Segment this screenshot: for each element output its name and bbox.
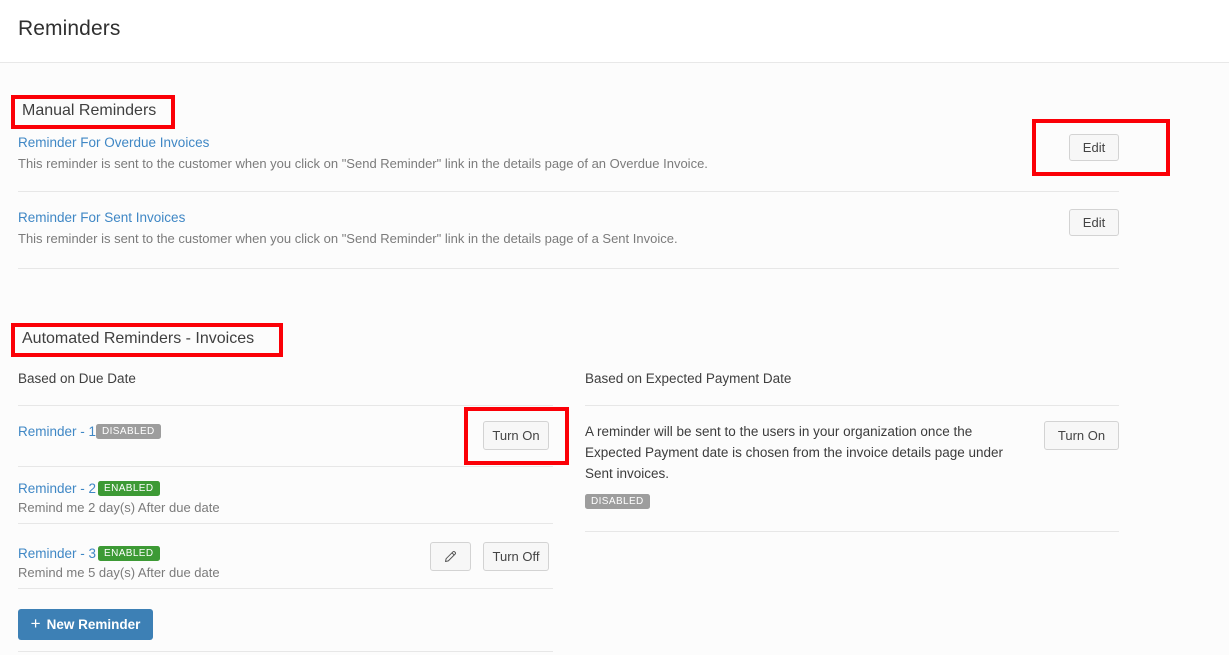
divider-due-date-3 [18, 588, 553, 589]
page-title: Reminders [18, 17, 120, 41]
divider-expected-payment-bottom [585, 531, 1119, 532]
page-header: Reminders [0, 0, 1229, 63]
divider-due-date-2 [18, 523, 553, 524]
divider-manual-2 [18, 268, 1119, 269]
pencil-icon [443, 549, 458, 564]
description-sent-invoices: This reminder is sent to the customer wh… [18, 231, 678, 246]
new-reminder-label: New Reminder [47, 617, 141, 632]
description-overdue-invoices: This reminder is sent to the customer wh… [18, 156, 708, 171]
subheading-based-on-due-date: Based on Due Date [18, 371, 136, 386]
new-reminder-button[interactable]: + New Reminder [18, 609, 153, 640]
reminders-page: Reminders Manual Reminders Reminder For … [0, 0, 1229, 655]
manual-reminders-heading: Manual Reminders [22, 102, 156, 120]
link-reminder-for-sent-invoices[interactable]: Reminder For Sent Invoices [18, 210, 185, 225]
link-reminder-1[interactable]: Reminder - 1 [18, 424, 96, 439]
turn-on-button-reminder-1[interactable]: Turn On [483, 421, 549, 450]
divider-manual-1 [18, 191, 1119, 192]
divider-due-date-bottom [18, 651, 553, 652]
status-badge-reminder-2: ENABLED [98, 481, 160, 496]
automated-reminders-heading: Automated Reminders - Invoices [22, 330, 254, 348]
status-badge-reminder-1: DISABLED [96, 424, 161, 439]
link-reminder-for-overdue-invoices[interactable]: Reminder For Overdue Invoices [18, 135, 209, 150]
edit-icon-button-reminder-2[interactable] [430, 542, 471, 571]
status-badge-reminder-3: ENABLED [98, 546, 160, 561]
subheading-based-on-expected-payment-date: Based on Expected Payment Date [585, 371, 791, 386]
edit-button-sent-invoices[interactable]: Edit [1069, 209, 1119, 236]
divider-due-date-top [18, 405, 553, 406]
divider-due-date-1 [18, 466, 553, 467]
edit-button-overdue-invoices[interactable]: Edit [1069, 134, 1119, 161]
link-reminder-2[interactable]: Reminder - 2 [18, 481, 96, 496]
turn-on-button-expected-payment[interactable]: Turn On [1044, 421, 1119, 450]
page-body: Manual Reminders Reminder For Overdue In… [0, 63, 1229, 655]
detail-reminder-3: Remind me 5 day(s) After due date [18, 565, 220, 580]
detail-reminder-2: Remind me 2 day(s) After due date [18, 500, 220, 515]
expected-payment-paragraph: A reminder will be sent to the users in … [585, 421, 1017, 484]
status-badge-expected-payment: DISABLED [585, 494, 650, 509]
plus-icon: + [31, 615, 41, 632]
divider-expected-payment-top [585, 405, 1119, 406]
turn-off-button-reminder-2[interactable]: Turn Off [483, 542, 549, 571]
link-reminder-3[interactable]: Reminder - 3 [18, 546, 96, 561]
